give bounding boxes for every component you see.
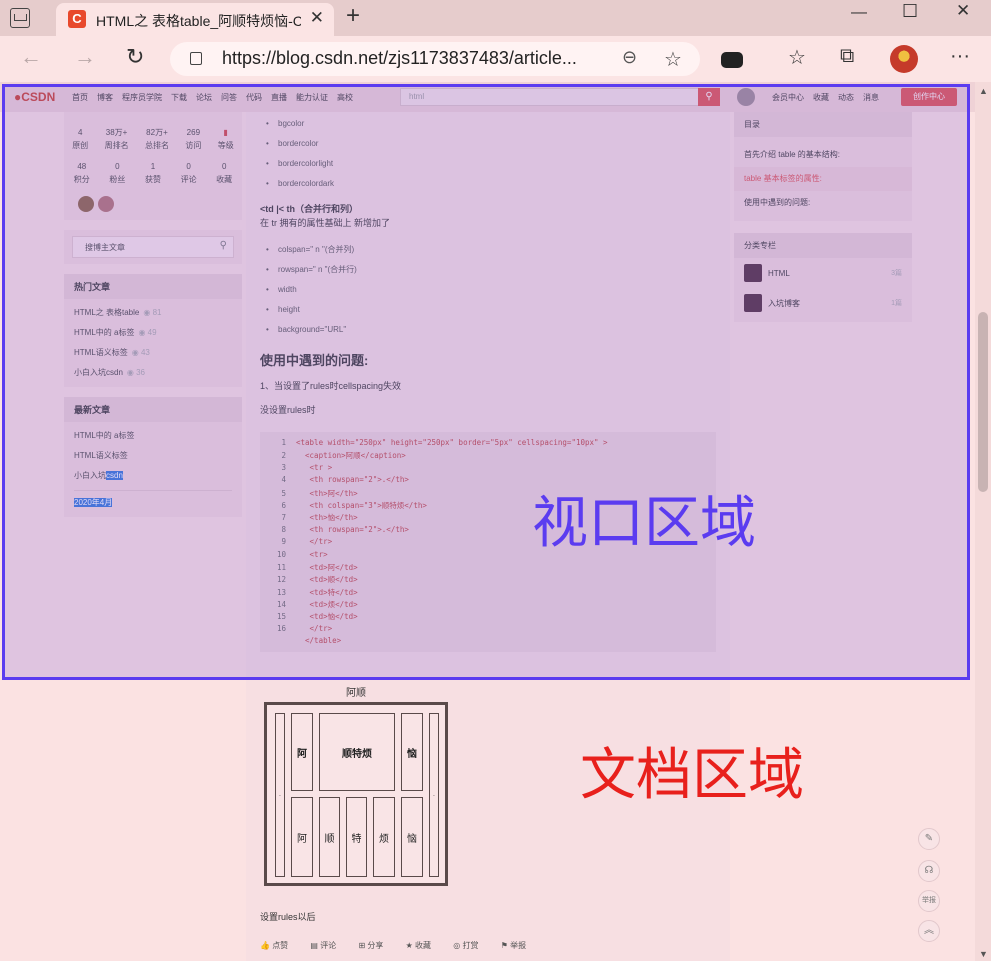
- maximize-button[interactable]: ☐: [902, 1, 918, 22]
- scroll-down-icon[interactable]: ▼: [979, 949, 988, 959]
- demo-cell: 恼: [401, 797, 423, 877]
- collections-icon[interactable]: ⧉: [840, 45, 854, 68]
- scroll-up-icon[interactable]: ▲: [979, 86, 988, 96]
- edit-icon[interactable]: ✎: [918, 828, 940, 850]
- share-button[interactable]: ⊞ 分享: [358, 941, 393, 950]
- support-icon[interactable]: ☊: [918, 860, 940, 882]
- address-bar[interactable]: https://blog.csdn.net/zjs1173837483/arti…: [170, 42, 700, 76]
- more-icon[interactable]: ···: [950, 45, 970, 68]
- extension-icon[interactable]: [721, 52, 743, 68]
- demo-cell: .: [429, 713, 439, 877]
- back-to-top-icon[interactable]: ︽: [918, 920, 940, 942]
- vertical-scrollbar[interactable]: ▲ ▼: [975, 82, 991, 961]
- comment-button[interactable]: ▤ 评论: [310, 941, 346, 950]
- tab-bar: C HTML之 表格table_阿顺特烦恼-C ✕ + — ☐ ✕: [0, 0, 991, 36]
- tab-actions-icon[interactable]: [10, 8, 30, 28]
- profile-avatar[interactable]: [890, 45, 918, 73]
- demo-cell: 烦: [373, 797, 395, 877]
- favorites-icon[interactable]: ☆: [788, 45, 806, 70]
- tip-button[interactable]: ◎ 打赏: [453, 941, 488, 950]
- forward-button[interactable]: →: [74, 44, 96, 70]
- lock-icon[interactable]: [190, 52, 202, 65]
- tab-title: HTML之 表格table_阿顺特烦恼-C: [96, 13, 301, 29]
- close-window-button[interactable]: ✕: [956, 1, 970, 21]
- csdn-favicon-icon: C: [68, 10, 86, 28]
- url-text[interactable]: https://blog.csdn.net/zjs1173837483/arti…: [222, 48, 577, 69]
- demo-table-image: . 阿 顺特烦 恼 . 阿 顺 特 烦 恼: [264, 702, 448, 886]
- demo-table-caption: 阿顺: [346, 688, 366, 699]
- demo-cell: 阿: [291, 797, 313, 877]
- active-tab[interactable]: C HTML之 表格table_阿顺特烦恼-C ✕: [56, 3, 334, 36]
- article-actions: 👍 点赞 ▤ 评论 ⊞ 分享 ★ 收藏 ◎ 打赏 ⚑ 举报: [260, 940, 546, 951]
- minimize-button[interactable]: —: [851, 4, 867, 22]
- zoom-out-icon[interactable]: ⊖: [622, 47, 637, 68]
- reload-button[interactable]: ↻: [126, 44, 144, 70]
- demo-cell: 恼: [401, 713, 423, 791]
- like-button[interactable]: 👍 点赞: [260, 941, 298, 950]
- tab-close-icon[interactable]: ✕: [310, 8, 324, 28]
- after-rules-text: 设置rules以后: [260, 912, 316, 922]
- viewport-region-overlay: [2, 84, 970, 680]
- document-region-label: 文档区域: [580, 743, 804, 806]
- demo-cell: 顺: [319, 797, 340, 877]
- demo-cell: 顺特烦: [319, 713, 395, 791]
- new-tab-button[interactable]: +: [346, 2, 360, 30]
- scroll-thumb[interactable]: [978, 312, 988, 492]
- back-button[interactable]: ←: [20, 44, 42, 70]
- viewport-region-label: 视口区域: [532, 491, 756, 554]
- demo-cell: .: [275, 713, 285, 877]
- add-favorite-icon[interactable]: ☆: [664, 47, 682, 72]
- demo-cell: 阿: [291, 713, 313, 791]
- demo-cell: 特: [346, 797, 367, 877]
- favorite-button[interactable]: ★ 收藏: [406, 941, 441, 950]
- report-button[interactable]: ⚑ 举报: [501, 941, 536, 950]
- address-toolbar: ← → ↻ https://blog.csdn.net/zjs117383748…: [0, 36, 991, 82]
- report-float-button[interactable]: 举报: [918, 890, 940, 912]
